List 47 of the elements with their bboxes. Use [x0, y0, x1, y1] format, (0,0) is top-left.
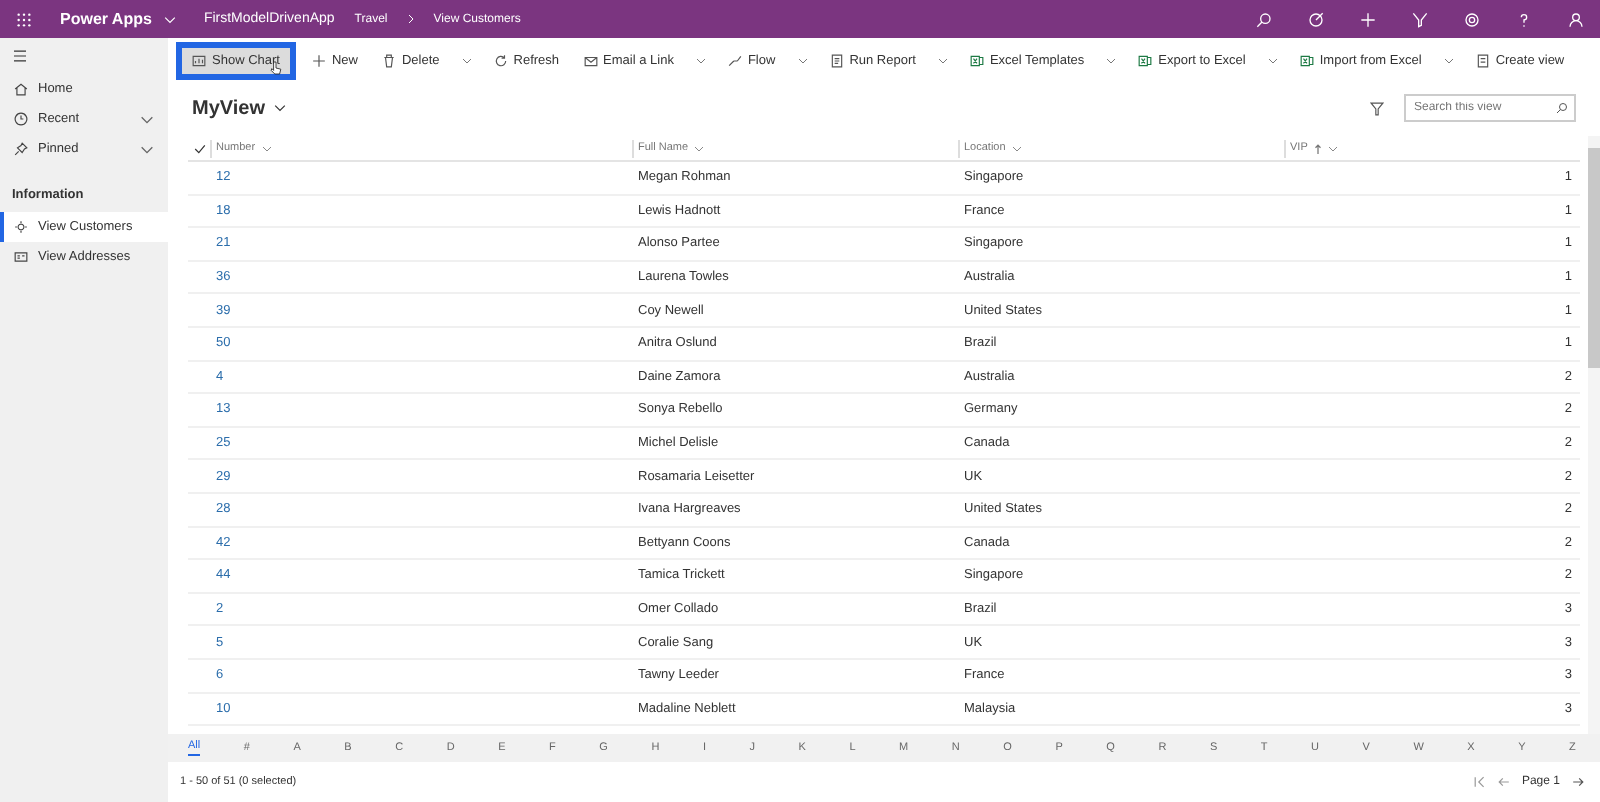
chevron-down-icon	[261, 145, 272, 151]
home-icon	[14, 82, 28, 96]
chevron-down-icon[interactable]	[1443, 57, 1454, 63]
chevron-down-icon[interactable]	[797, 57, 808, 63]
view-title[interactable]: MyView	[192, 97, 265, 119]
chevron-down-icon[interactable]	[937, 57, 948, 63]
chevron-down-icon	[1327, 145, 1338, 151]
chevron-down-icon[interactable]	[140, 145, 154, 153]
select-all-checkmark-icon[interactable]	[194, 143, 206, 153]
chevron-down-icon[interactable]	[695, 57, 706, 63]
chevron-down-icon[interactable]	[140, 115, 154, 123]
excel-icon	[1138, 53, 1153, 67]
report-icon	[829, 53, 844, 67]
flow-icon	[727, 53, 742, 67]
excel-icon	[1299, 53, 1314, 67]
plus-icon[interactable]	[1360, 11, 1376, 27]
refresh-icon	[493, 53, 508, 67]
chevron-down-icon	[1011, 145, 1022, 151]
user-icon[interactable]	[1568, 11, 1584, 27]
chevron-down-icon[interactable]	[1267, 57, 1278, 63]
chart-icon	[192, 53, 206, 67]
scrollbar[interactable]	[1588, 136, 1600, 734]
excel-icon	[969, 53, 984, 67]
chevron-down-icon[interactable]	[1106, 57, 1117, 63]
help-icon[interactable]	[1516, 11, 1532, 27]
clock-icon	[14, 112, 28, 126]
app-name[interactable]: Power Apps	[60, 10, 152, 28]
chevron-down-icon[interactable]	[273, 104, 285, 112]
chevron-down-icon	[694, 145, 705, 151]
filter-icon[interactable]	[1370, 101, 1384, 115]
document-icon	[1475, 53, 1490, 67]
chevron-right-icon	[407, 14, 414, 24]
envelope-icon	[583, 53, 598, 67]
previous-page-icon[interactable]	[1497, 776, 1510, 788]
pin-icon	[14, 142, 28, 156]
next-page-icon[interactable]	[1572, 776, 1584, 788]
menu-icon[interactable]	[12, 50, 28, 62]
chevron-down-icon[interactable]	[461, 57, 472, 63]
trash-icon	[381, 53, 396, 67]
search-icon[interactable]	[1556, 102, 1568, 114]
app-launcher-icon[interactable]	[16, 11, 32, 27]
sort-arrow-icon	[1313, 143, 1322, 153]
id-card-icon	[14, 250, 28, 264]
plus-icon	[311, 53, 326, 67]
first-page-icon[interactable]	[1473, 776, 1486, 788]
search-icon[interactable]	[1256, 11, 1272, 27]
target-icon[interactable]	[1308, 11, 1324, 27]
